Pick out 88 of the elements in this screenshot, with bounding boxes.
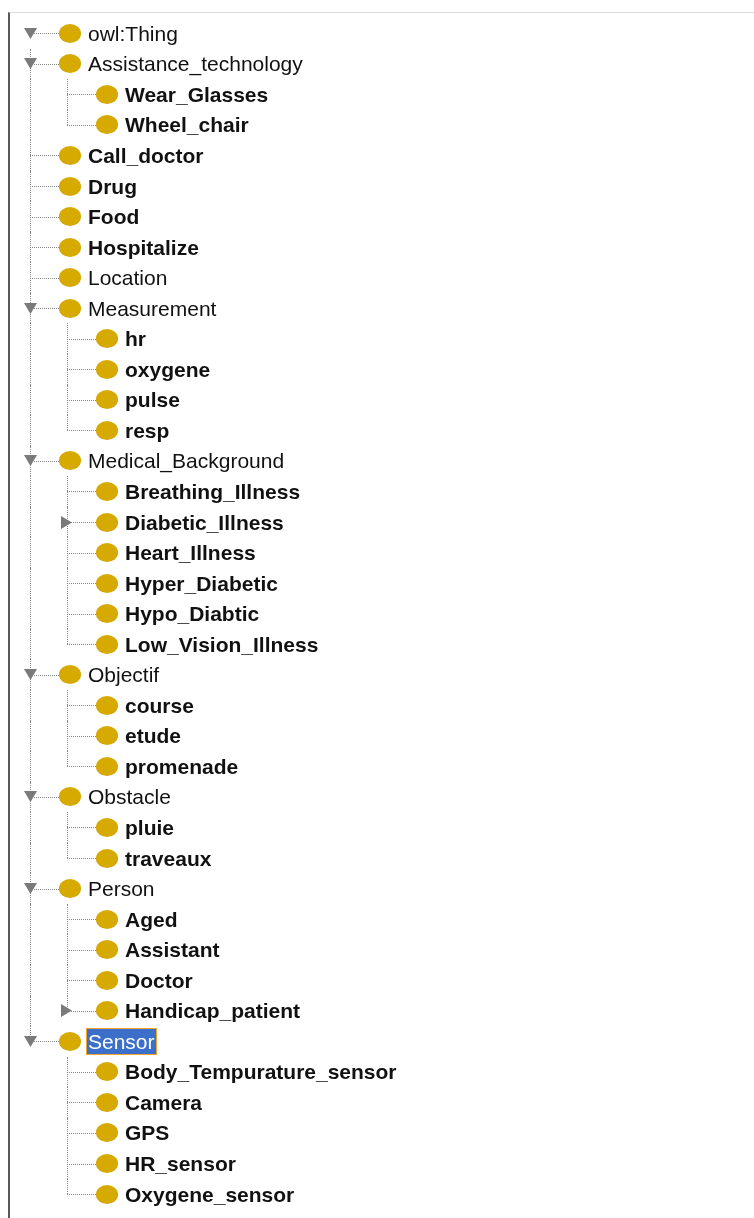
caret-down-icon[interactable] xyxy=(24,455,37,467)
circle-icon xyxy=(96,634,118,654)
circle-icon xyxy=(96,420,118,440)
circle-icon xyxy=(59,237,81,257)
tree-item-label[interactable]: Aged xyxy=(123,905,180,933)
tree-item-label[interactable]: pluie xyxy=(123,814,176,841)
circle-icon xyxy=(96,940,118,960)
tree-item-label[interactable]: hr xyxy=(123,325,148,353)
tree-item-label[interactable]: Handicap_patient xyxy=(123,997,303,1025)
circle-icon xyxy=(59,879,81,899)
circle-icon xyxy=(96,726,118,746)
caret-down-icon[interactable] xyxy=(24,791,37,803)
circle-icon xyxy=(59,145,81,165)
circle-icon xyxy=(59,23,81,43)
circle-icon xyxy=(96,604,118,624)
circle-icon xyxy=(59,665,81,685)
circle-icon xyxy=(96,329,118,349)
tree-item-label[interactable]: Call_doctor xyxy=(86,141,206,169)
circle-icon xyxy=(96,573,118,593)
circle-icon xyxy=(59,787,81,807)
caret-down-icon[interactable] xyxy=(24,669,37,681)
circle-icon xyxy=(96,512,118,532)
tree-item-label[interactable]: Food xyxy=(86,203,142,231)
tree-item-label[interactable]: Sensor xyxy=(86,1027,157,1055)
circle-icon xyxy=(96,1123,118,1143)
tree-item-label[interactable]: GPS xyxy=(123,1119,172,1147)
tree-item-label[interactable]: Medical_Background xyxy=(86,447,287,475)
caret-down-icon[interactable] xyxy=(24,58,37,70)
tree-item-label[interactable]: Oxygene_sensor xyxy=(123,1180,297,1208)
tree-item-label[interactable]: Hyper_Diabetic xyxy=(123,569,280,597)
circle-icon xyxy=(96,390,118,410)
circle-icon xyxy=(96,756,118,776)
circle-icon xyxy=(96,1184,118,1204)
tree-item-label[interactable]: Wheel_chair xyxy=(123,111,251,139)
tree-item-label[interactable]: Breathing_Illness xyxy=(123,477,303,505)
tree-item-label[interactable]: Objectif xyxy=(86,661,162,689)
tree-item-label[interactable]: course xyxy=(123,691,196,719)
circle-icon xyxy=(96,1001,118,1021)
tree-item-label[interactable]: Wear_Glasses xyxy=(123,80,271,108)
tree-item-label[interactable]: Hypo_Diabtic xyxy=(123,600,262,628)
circle-icon xyxy=(96,848,118,868)
circle-icon xyxy=(96,115,118,135)
tree-item-label[interactable]: Low_Vision_Illness xyxy=(123,630,321,658)
tree-item-label[interactable]: Obstacle xyxy=(86,783,173,811)
circle-icon xyxy=(96,695,118,715)
tree-item-label[interactable]: HR_sensor xyxy=(123,1150,238,1177)
tree-item-label[interactable]: traveaux xyxy=(123,844,214,872)
tree-item-label[interactable]: Body_Tempurature_sensor xyxy=(123,1058,399,1086)
circle-icon xyxy=(96,1154,118,1173)
tree-item-label[interactable]: resp xyxy=(123,416,172,444)
tree-item-label[interactable]: Camera xyxy=(123,1088,205,1116)
circle-icon xyxy=(96,970,118,990)
tree-item-label[interactable]: Location xyxy=(86,264,170,292)
circle-icon xyxy=(96,818,118,837)
tree-item-label[interactable]: pulse xyxy=(123,386,182,414)
circle-icon xyxy=(96,359,118,379)
tree-item-label[interactable]: Measurement xyxy=(86,294,219,322)
tree-item-label[interactable]: promenade xyxy=(123,752,241,780)
caret-down-icon[interactable] xyxy=(24,27,37,39)
circle-icon xyxy=(96,543,118,563)
tree-item-label[interactable]: owl:Thing xyxy=(86,19,180,47)
caret-right-icon[interactable] xyxy=(61,515,72,529)
circle-icon xyxy=(59,298,81,318)
tree-item-label[interactable]: Person xyxy=(86,875,157,903)
tree-item-label[interactable]: Hospitalize xyxy=(86,233,201,261)
circle-icon xyxy=(59,268,81,288)
tree-item-label[interactable]: Drug xyxy=(86,172,139,200)
tree-item-label[interactable]: etude xyxy=(123,722,183,750)
caret-down-icon[interactable] xyxy=(24,883,37,895)
tree-item-label[interactable]: Assistant xyxy=(123,936,222,964)
tree-item-label[interactable]: Assistance_technology xyxy=(86,50,305,78)
circle-icon xyxy=(59,207,81,227)
caret-down-icon[interactable] xyxy=(24,302,37,314)
tree-item-label[interactable]: Heart_Illness xyxy=(123,539,258,567)
circle-icon xyxy=(59,54,81,74)
circle-icon xyxy=(59,1031,81,1051)
caret-down-icon[interactable] xyxy=(24,1035,37,1047)
circle-icon xyxy=(96,909,118,929)
circle-icon xyxy=(59,176,81,196)
circle-icon xyxy=(96,84,118,104)
circle-icon xyxy=(59,451,81,471)
circle-icon xyxy=(96,481,118,501)
tree-item-label[interactable]: Diabetic_Illness xyxy=(123,508,286,536)
circle-icon xyxy=(96,1092,118,1112)
caret-right-icon[interactable] xyxy=(61,1004,72,1018)
tree-item-label[interactable]: Doctor xyxy=(123,966,195,994)
tree-item-label[interactable]: oxygene xyxy=(123,355,213,383)
circle-icon xyxy=(96,1062,118,1082)
